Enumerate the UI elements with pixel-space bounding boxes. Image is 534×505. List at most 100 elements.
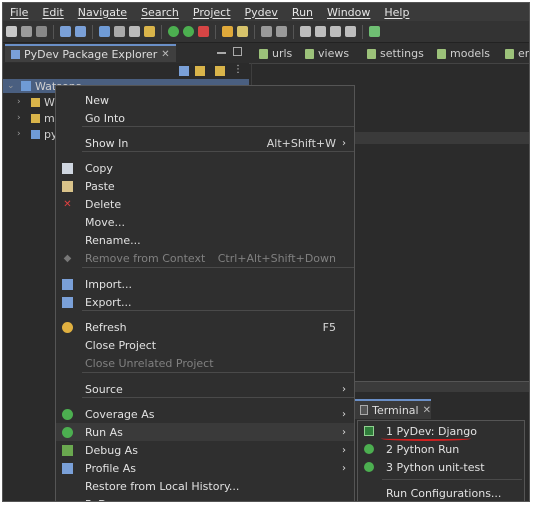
collapse-all-icon[interactable]: [179, 66, 189, 76]
menu-item-label: Copy: [85, 161, 113, 175]
menu-separator: [382, 479, 522, 480]
menu-item-label: Close Project: [85, 338, 157, 352]
close-icon[interactable]: ✕: [161, 49, 169, 60]
new-folder-icon[interactable]: [222, 26, 233, 37]
chevron-down-icon[interactable]: ⌄: [7, 81, 17, 91]
chevron-right-icon[interactable]: ›: [17, 113, 27, 123]
submenu-item-run-configurations[interactable]: Run Configurations...: [358, 484, 524, 501]
tree-item[interactable]: › py: [17, 126, 58, 142]
menu-file[interactable]: File: [3, 6, 35, 19]
terminal-icon[interactable]: [114, 26, 125, 37]
tab-terminal[interactable]: Terminal ✕: [355, 399, 431, 419]
perspective-icon[interactable]: [369, 26, 380, 37]
tab-views[interactable]: views: [305, 45, 349, 62]
tree-item-label: W: [44, 95, 55, 109]
last-edit-icon[interactable]: [330, 26, 341, 37]
menu-item-label: Export...: [85, 295, 132, 309]
menu-item-close-project[interactable]: Close Project: [56, 336, 354, 354]
run-icon: [62, 426, 73, 438]
debug-run-icon[interactable]: [168, 26, 179, 37]
menu-search[interactable]: Search: [134, 6, 186, 19]
toolbar-separator: [293, 24, 294, 39]
tree-item[interactable]: › W: [17, 94, 55, 110]
menu-item-show-in[interactable]: Show In Alt+Shift+W ›: [56, 134, 354, 152]
submenu-item-2-python-run[interactable]: 2 Python Run: [358, 440, 524, 458]
menu-navigate[interactable]: Navigate: [71, 6, 134, 19]
menu-item-go-into[interactable]: Go Into: [56, 109, 354, 127]
python-file-icon: [437, 48, 446, 59]
menu-item-debug-as[interactable]: Debug As ›: [56, 441, 354, 459]
import-icon: [62, 278, 73, 290]
focus-icon[interactable]: [215, 66, 225, 76]
menu-item-pydev[interactable]: PyDev ›: [56, 495, 354, 502]
forward-icon[interactable]: [315, 26, 326, 37]
python-file-icon: [259, 48, 268, 59]
package-explorer-icon: [11, 49, 20, 59]
chevron-right-icon[interactable]: ›: [17, 129, 27, 139]
menu-item-coverage-as[interactable]: Coverage As ›: [56, 405, 354, 423]
back-icon[interactable]: [300, 26, 311, 37]
debug-icon: [62, 444, 73, 456]
menu-item-refresh[interactable]: Refresh F5: [56, 318, 354, 336]
show-whitespace-icon[interactable]: [129, 26, 140, 37]
menu-help[interactable]: Help: [377, 6, 416, 19]
undo-icon[interactable]: [60, 26, 71, 37]
link-editor-icon[interactable]: [195, 66, 205, 76]
menu-item-restore-from-local-history[interactable]: Restore from Local History...: [56, 477, 354, 495]
menu-window[interactable]: Window: [320, 6, 377, 19]
tab-models[interactable]: models: [437, 45, 490, 62]
run-icon[interactable]: [183, 26, 194, 37]
view-menu-icon[interactable]: ⋮: [233, 64, 243, 75]
minimize-icon[interactable]: [217, 52, 226, 54]
tab-settings[interactable]: settings: [367, 45, 424, 62]
nav-forward-icon[interactable]: [345, 26, 356, 37]
tab-emb[interactable]: emb: [505, 45, 529, 62]
menu-item-label: Delete: [85, 197, 122, 211]
menu-item-import[interactable]: Import...: [56, 275, 354, 293]
maximize-icon[interactable]: [233, 47, 242, 56]
menu-item-move[interactable]: Move...: [56, 213, 354, 231]
menu-separator: [82, 397, 354, 398]
menu-project[interactable]: Project: [186, 6, 238, 19]
menu-item-shortcut: Alt+Shift+W: [266, 136, 336, 150]
menu-edit[interactable]: Edit: [35, 6, 70, 19]
save-all-icon[interactable]: [36, 26, 47, 37]
menu-item-new[interactable]: New: [56, 91, 354, 109]
submenu-item-3-python-unit-test[interactable]: 3 Python unit-test: [358, 458, 524, 476]
terminal-icon: [360, 405, 369, 415]
python-file-icon: [367, 48, 376, 59]
menu-run[interactable]: Run: [285, 6, 320, 19]
menu-item-rename[interactable]: Rename...: [56, 231, 354, 249]
menu-item-paste[interactable]: Paste: [56, 177, 354, 195]
external-tools-icon[interactable]: [198, 26, 209, 37]
menu-pydev[interactable]: Pydev: [238, 6, 285, 19]
main-toolbar: [3, 21, 529, 43]
menu-item-label: Go Into: [85, 111, 126, 125]
chevron-right-icon[interactable]: ›: [17, 97, 27, 107]
new-icon[interactable]: [6, 26, 17, 37]
tab-package-explorer[interactable]: PyDev Package Explorer ✕: [5, 44, 176, 62]
console-icon[interactable]: [99, 26, 110, 37]
pencil-icon[interactable]: [237, 26, 248, 37]
menu-item-remove-from-context: ◆ Remove from Context Ctrl+Alt+Shift+Down: [56, 249, 354, 267]
close-icon[interactable]: ✕: [423, 405, 431, 416]
export-icon: [62, 296, 73, 308]
menu-item-source[interactable]: Source ›: [56, 380, 354, 398]
prev-annotation-icon[interactable]: [276, 26, 287, 37]
open-type-icon[interactable]: [144, 26, 155, 37]
profile-icon: [62, 462, 73, 474]
menu-item-delete[interactable]: ✕ Delete: [56, 195, 354, 213]
menu-item-label: New: [85, 93, 109, 107]
view-tab-row: PyDev Package Explorer ✕ urls views sett…: [3, 43, 529, 64]
next-annotation-icon[interactable]: [261, 26, 272, 37]
redo-icon[interactable]: [75, 26, 86, 37]
save-icon[interactable]: [21, 26, 32, 37]
tab-urls[interactable]: urls: [259, 45, 292, 62]
menu-item-run-as[interactable]: Run As ›: [56, 423, 354, 441]
menu-item-copy[interactable]: Copy: [56, 159, 354, 177]
django-icon: [364, 426, 374, 436]
tree-item[interactable]: › m: [17, 110, 55, 126]
menu-item-profile-as[interactable]: Profile As ›: [56, 459, 354, 477]
menu-item-label: Close Unrelated Project: [85, 356, 214, 370]
menu-item-export[interactable]: Export...: [56, 293, 354, 311]
